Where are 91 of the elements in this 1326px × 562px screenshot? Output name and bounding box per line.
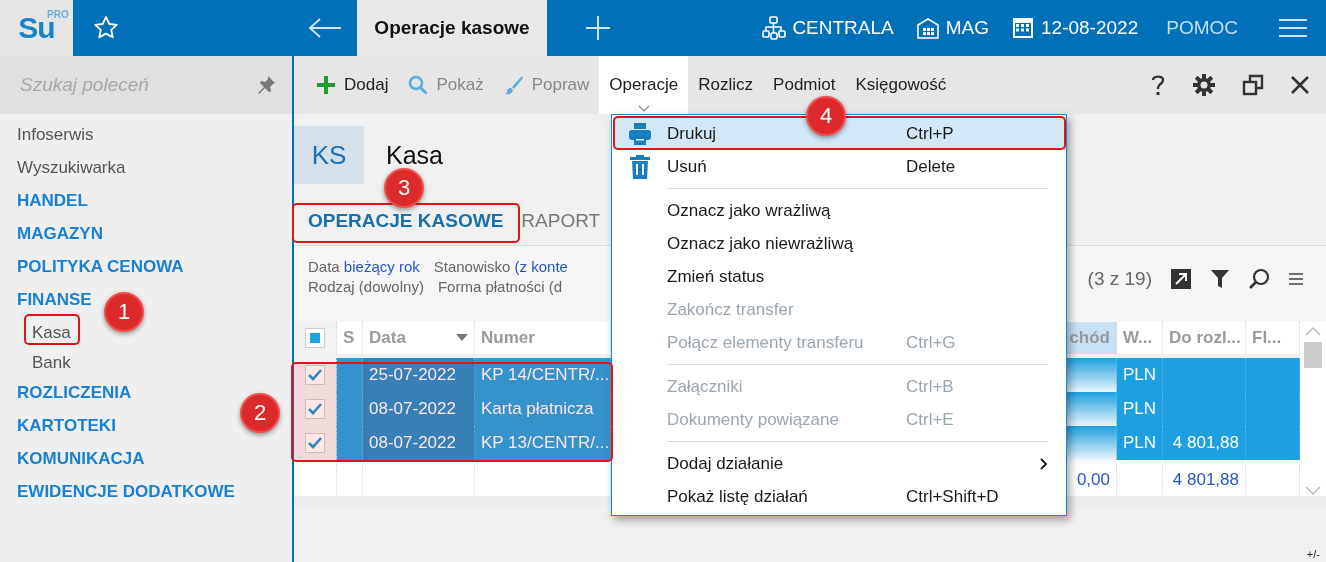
highlight-frame	[24, 314, 80, 345]
menu-item[interactable]: Oznacz jako wrażliwą	[613, 194, 1066, 227]
pin-icon[interactable]	[256, 75, 276, 95]
menu-item[interactable]: Zmień status	[613, 260, 1066, 293]
menu-tab[interactable]: Podmiot	[763, 72, 846, 98]
logo-edition-label: PRO	[47, 9, 69, 20]
filter-link[interactable]: Rodzaj (dowolny)	[308, 278, 424, 295]
top-bar-link[interactable]: MAG	[945, 17, 989, 39]
close-icon[interactable]	[1290, 75, 1310, 95]
row-checkbox[interactable]	[305, 399, 325, 419]
top-bar-link[interactable]: CENTRALA	[792, 17, 894, 39]
row-checkbox[interactable]	[305, 433, 325, 453]
top-bar-link[interactable]: 12-08-2022	[1041, 17, 1139, 39]
sidebar-item[interactable]: ROZLICZENIA	[17, 380, 132, 413]
menu-tab[interactable]: Operacje	[599, 56, 689, 114]
search-bar[interactable]: Szukaj poleceń	[0, 56, 292, 114]
select-all-checkbox[interactable]	[305, 328, 325, 348]
sidebar-item[interactable]: KOMUNIKACJA	[17, 446, 145, 479]
table-cell: PLN	[1123, 433, 1157, 453]
sidebar-item[interactable]: Infoserwis	[17, 122, 94, 155]
top-bar-link[interactable]: POMOC	[1166, 17, 1238, 39]
filter-link[interactable]: Data bieżący rok	[308, 258, 420, 275]
sidebar-item[interactable]: MAGAZYN	[17, 221, 103, 254]
module-badge: KS	[294, 126, 364, 184]
column-header[interactable]: Fl...	[1252, 328, 1282, 348]
filter-icon[interactable]	[1210, 268, 1230, 290]
scrollbar-thumb[interactable]	[1304, 342, 1322, 368]
building-icon[interactable]	[915, 16, 940, 40]
sidebar-item[interactable]: KARTOTEKI	[17, 413, 116, 446]
table-cell: Karta płatnicza	[481, 399, 594, 419]
check-icon	[308, 369, 322, 381]
sidebar-item[interactable]: Wyszukiwarka	[17, 155, 126, 188]
page-title: Kasa	[386, 140, 443, 170]
filter-link[interactable]: Forma płatności (d	[437, 278, 563, 295]
table-cell: KP 14/CENTR/...	[481, 365, 610, 385]
caret-icon	[637, 105, 650, 112]
brush-icon	[503, 75, 524, 95]
active-tab[interactable]: Operacje kasowe	[357, 0, 547, 56]
search-icon[interactable]	[1248, 268, 1270, 290]
tab[interactable]: OPERACJE KASOWE	[308, 209, 504, 232]
total-value: 0,00	[1076, 470, 1110, 490]
column-header[interactable]: Data	[369, 328, 406, 348]
sidebar-item[interactable]: Kasa	[32, 320, 71, 350]
sidebar-item[interactable]: POLITYKA CENOWA	[17, 254, 184, 287]
table-cell: KP 13/CENTR/...	[481, 433, 610, 453]
column-header[interactable]: Numer	[481, 328, 535, 348]
check-icon	[308, 403, 322, 415]
table-cell: 4 801,88	[1172, 433, 1239, 453]
column-header[interactable]: W...	[1123, 328, 1153, 348]
menu-tab[interactable]: Księgowość	[845, 72, 957, 98]
record-count: (3 z 19)	[1087, 268, 1152, 290]
filter-link[interactable]: Stanowisko (z konte	[433, 258, 568, 275]
column-header[interactable]: Do rozl...	[1169, 328, 1241, 348]
calendar-icon[interactable]	[1011, 16, 1035, 40]
printer-icon	[628, 121, 652, 146]
star-icon[interactable]	[93, 15, 119, 41]
check-icon	[308, 437, 322, 449]
toolbar-button[interactable]: Dodaj	[306, 56, 399, 114]
table-cell: PLN	[1123, 365, 1157, 385]
tab[interactable]: RAPORT	[521, 209, 601, 232]
total-value: 4 801,88	[1172, 470, 1239, 490]
toggle-label[interactable]: +/-	[1306, 548, 1320, 560]
trash-icon	[628, 154, 652, 179]
menu-item[interactable]: Pokaż listę działań Ctrl+Shift+D	[613, 480, 1066, 513]
sidebar-item[interactable]: FINANSE	[17, 287, 92, 320]
table-cell: 08-07-2022	[369, 399, 456, 419]
sidebar-item[interactable]: EWIDENCJE DODATKOWE	[17, 479, 235, 512]
menu-item[interactable]: Oznacz jako niewrażliwą	[613, 227, 1066, 260]
sidebar-item[interactable]: HANDEL	[17, 188, 88, 221]
table-cell: 25-07-2022	[369, 365, 456, 385]
search-icon	[408, 75, 429, 95]
menu-icon[interactable]	[1278, 17, 1308, 39]
table-cell: 08-07-2022	[369, 433, 456, 453]
sidebar-item[interactable]: Bank	[32, 350, 71, 380]
help-icon[interactable]	[1150, 73, 1166, 97]
sort-icon[interactable]	[456, 334, 468, 342]
org-chart-icon[interactable]	[762, 16, 787, 40]
column-header[interactable]: S	[343, 328, 355, 348]
restore-window-icon[interactable]	[1242, 74, 1264, 96]
menu-tab[interactable]: Rozlicz	[688, 72, 764, 98]
plus-icon[interactable]	[585, 15, 611, 41]
table-cell: PLN	[1123, 399, 1157, 419]
plus-icon	[316, 75, 336, 95]
export-icon[interactable]	[1170, 268, 1192, 290]
chevron-right-icon	[1040, 457, 1048, 470]
menu-item[interactable]: Usuń Delete	[613, 150, 1066, 183]
step-number: 3	[384, 168, 424, 208]
back-arrow-icon[interactable]	[308, 17, 342, 39]
search-field[interactable]: Szukaj poleceń	[18, 73, 238, 97]
row-checkbox[interactable]	[305, 365, 325, 385]
menu-icon[interactable]	[1288, 272, 1304, 286]
